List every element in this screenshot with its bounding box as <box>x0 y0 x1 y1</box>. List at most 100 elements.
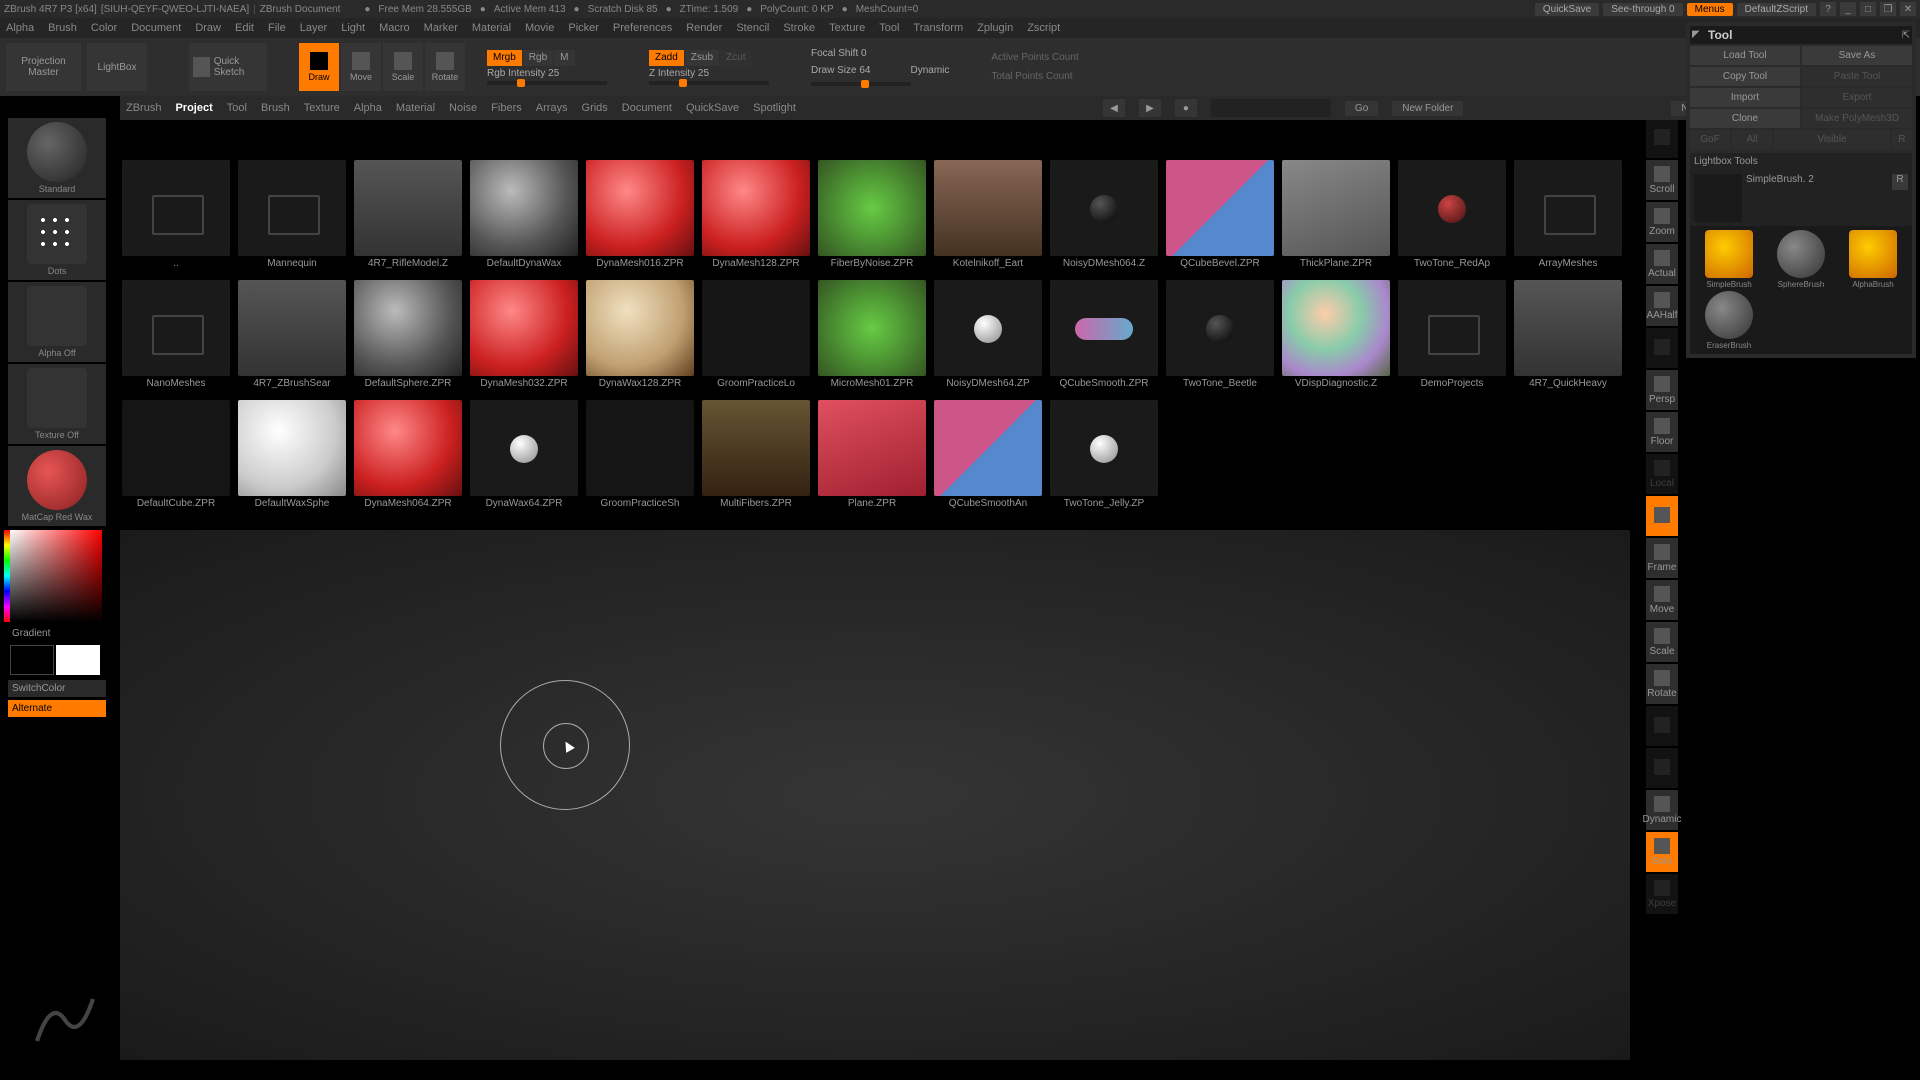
paste-tool-button[interactable]: Paste Tool <box>1802 67 1912 86</box>
export-button[interactable]: Export <box>1802 88 1912 107</box>
draw-size-label[interactable]: Draw Size 64 <box>811 65 870 76</box>
load-tool-button[interactable]: Load Tool <box>1690 46 1800 65</box>
shelf-button[interactable] <box>1646 328 1678 368</box>
z-intensity-slider[interactable] <box>649 81 769 85</box>
menu-alpha[interactable]: Alpha <box>6 22 34 34</box>
asset-item[interactable]: NanoMeshes <box>120 280 232 396</box>
mrgb-button[interactable]: Mrgb <box>487 50 522 66</box>
asset-item[interactable]: QCubeBevel.ZPR <box>1164 160 1276 276</box>
stroke-slot[interactable]: Dots <box>8 200 106 280</box>
menu-zscript[interactable]: Zscript <box>1027 22 1060 34</box>
menu-layer[interactable]: Layer <box>300 22 328 34</box>
asset-item[interactable]: VDispDiagnostic.Z <box>1280 280 1392 396</box>
menu-color[interactable]: Color <box>91 22 117 34</box>
m-button[interactable]: M <box>554 50 574 66</box>
Scroll-button[interactable]: Scroll <box>1646 160 1678 200</box>
tab-project[interactable]: Project <box>175 102 212 114</box>
default-script[interactable]: DefaultZScript <box>1737 3 1816 16</box>
asset-item[interactable]: DefaultSphere.ZPR <box>352 280 464 396</box>
asset-item[interactable]: NoisyDMesh64.ZP <box>932 280 1044 396</box>
menu-macro[interactable]: Macro <box>379 22 410 34</box>
tab-fibers[interactable]: Fibers <box>491 102 522 114</box>
shelf-button[interactable] <box>1646 706 1678 746</box>
gradient-label[interactable]: Gradient <box>8 626 106 641</box>
min-icon[interactable]: _ <box>1840 2 1856 16</box>
asset-item[interactable]: DynaWax64.ZPR <box>468 400 580 516</box>
import-button[interactable]: Import <box>1690 88 1800 107</box>
newfolder-button[interactable]: New Folder <box>1392 101 1463 116</box>
Frame-button[interactable]: Frame <box>1646 538 1678 578</box>
secondary-color-swatch[interactable] <box>10 645 54 675</box>
tab-alpha[interactable]: Alpha <box>354 102 382 114</box>
asset-item[interactable]: TwoTone_Jelly.ZP <box>1048 400 1160 516</box>
shelf-button[interactable] <box>1646 748 1678 788</box>
asset-item[interactable]: Kotelnikoff_Eart <box>932 160 1044 276</box>
Zoom-button[interactable]: Zoom <box>1646 202 1678 242</box>
rgb-intensity-label[interactable]: Rgb Intensity 25 <box>487 68 607 79</box>
move-button[interactable]: Move <box>341 43 381 91</box>
tab-grids[interactable]: Grids <box>582 102 608 114</box>
menu-marker[interactable]: Marker <box>424 22 458 34</box>
menu-zplugin[interactable]: Zplugin <box>977 22 1013 34</box>
tool-item[interactable]: AlphaBrush <box>1838 230 1908 289</box>
close-icon[interactable]: ✕ <box>1900 2 1916 16</box>
asset-item[interactable]: DefaultCube.ZPR <box>120 400 232 516</box>
menu-light[interactable]: Light <box>341 22 365 34</box>
primary-color-swatch[interactable] <box>56 645 100 675</box>
tab-tool[interactable]: Tool <box>227 102 247 114</box>
copy-tool-button[interactable]: Copy Tool <box>1690 67 1800 86</box>
tab-zbrush[interactable]: ZBrush <box>126 102 161 114</box>
current-tool-thumb[interactable] <box>1694 174 1742 222</box>
tab-material[interactable]: Material <box>396 102 435 114</box>
canvas[interactable] <box>120 530 1630 1060</box>
focal-shift-label[interactable]: Focal Shift 0 <box>811 48 949 59</box>
Dynamic-button[interactable]: Dynamic <box>1646 790 1678 830</box>
Xpose-button[interactable]: Xpose <box>1646 874 1678 914</box>
material-slot[interactable]: MatCap Red Wax <box>8 446 106 526</box>
asset-item[interactable]: Plane.ZPR <box>816 400 928 516</box>
tool-item[interactable]: SimpleBrush <box>1694 230 1764 289</box>
Move-button[interactable]: Move <box>1646 580 1678 620</box>
zadd-button[interactable]: Zadd <box>649 50 684 66</box>
quicksave-button[interactable]: QuickSave <box>1535 3 1599 16</box>
menu-movie[interactable]: Movie <box>525 22 554 34</box>
switchcolor-button[interactable]: SwitchColor <box>8 680 106 697</box>
rotate-button[interactable]: Rotate <box>425 43 465 91</box>
tab-arrays[interactable]: Arrays <box>536 102 568 114</box>
menu-draw[interactable]: Draw <box>195 22 221 34</box>
asset-item[interactable]: QCubeSmooth.ZPR <box>1048 280 1160 396</box>
asset-item[interactable]: TwoTone_Beetle <box>1164 280 1276 396</box>
rgb-button[interactable]: Rgb <box>523 50 553 66</box>
tool-item[interactable]: SphereBrush <box>1766 230 1836 289</box>
tool-r-button[interactable]: R <box>1892 174 1908 190</box>
shelf-button[interactable] <box>1646 118 1678 158</box>
asset-item[interactable]: FiberByNoise.ZPR <box>816 160 928 276</box>
shelf-button[interactable] <box>1646 496 1678 536</box>
menu-material[interactable]: Material <box>472 22 511 34</box>
asset-item[interactable]: DynaMesh128.ZPR <box>700 160 812 276</box>
next-icon[interactable]: ▶ <box>1139 99 1161 117</box>
Scale-button[interactable]: Scale <box>1646 622 1678 662</box>
hue-strip[interactable] <box>4 530 10 622</box>
tool-item[interactable]: EraserBrush <box>1694 291 1764 350</box>
asset-item[interactable]: NoisyDMesh064.Z <box>1048 160 1160 276</box>
alternate-button[interactable]: Alternate <box>8 700 106 717</box>
menu-document[interactable]: Document <box>131 22 181 34</box>
seethrough-button[interactable]: See-through 0 <box>1603 3 1682 16</box>
Local-button[interactable]: Local <box>1646 454 1678 494</box>
zcut-button[interactable]: Zcut <box>720 50 751 66</box>
menu-file[interactable]: File <box>268 22 286 34</box>
menu-stencil[interactable]: Stencil <box>736 22 769 34</box>
tab-brush[interactable]: Brush <box>261 102 290 114</box>
asset-item[interactable]: QCubeSmoothAn <box>932 400 1044 516</box>
asset-item[interactable]: ArrayMeshes <box>1512 160 1624 276</box>
lightbox-button[interactable]: LightBox <box>87 43 147 91</box>
clone-button[interactable]: Clone <box>1690 109 1800 128</box>
asset-item[interactable]: GroomPracticeSh <box>584 400 696 516</box>
asset-item[interactable]: 4R7_RifleModel.Z <box>352 160 464 276</box>
menu-brush[interactable]: Brush <box>48 22 77 34</box>
draw-size-slider[interactable] <box>811 82 911 86</box>
asset-item[interactable]: TwoTone_RedAp <box>1396 160 1508 276</box>
draw-button[interactable]: Draw <box>299 43 339 91</box>
asset-item[interactable]: MicroMesh01.ZPR <box>816 280 928 396</box>
